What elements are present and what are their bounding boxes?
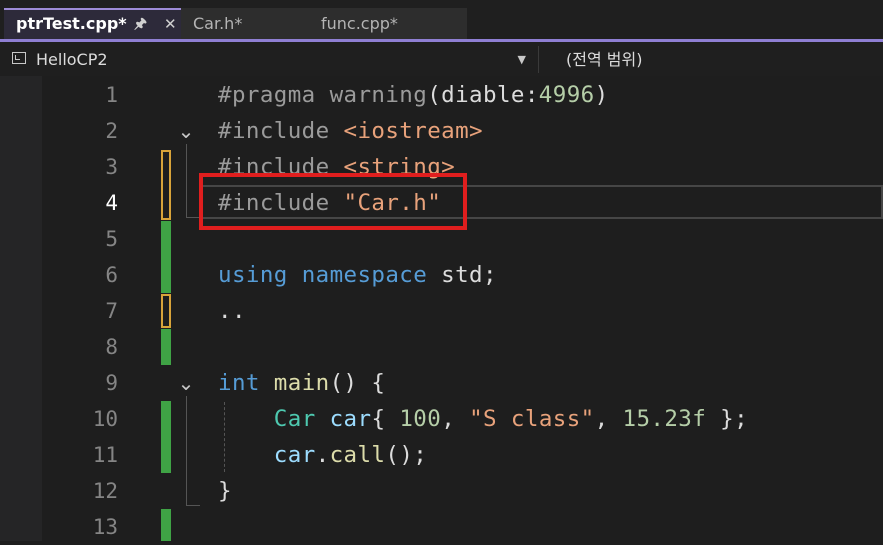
code-line[interactable]: .. (218, 293, 246, 329)
change-indicator-saved (161, 329, 171, 365)
line-number: 1 (105, 83, 118, 107)
change-indicator-unsaved (161, 294, 171, 328)
code-token: . (315, 442, 330, 468)
fold-guide (186, 396, 187, 505)
line-number: 10 (92, 407, 118, 431)
code-token: using (218, 262, 288, 288)
fold-guide (186, 144, 187, 217)
code-token: main (273, 370, 330, 396)
change-indicator-unsaved (161, 150, 171, 220)
navbar-divider (538, 46, 539, 73)
line-number: 9 (105, 371, 118, 395)
line-number: 13 (92, 515, 118, 539)
tab-label: Car.h* (193, 14, 243, 33)
change-indicator-saved (161, 221, 171, 293)
line-number-current: 4 (105, 191, 118, 215)
code-token: 100 (399, 406, 442, 432)
pin-icon[interactable]: 🖈 (134, 10, 147, 38)
line-number: 8 (105, 335, 118, 359)
line-number: 11 (92, 443, 118, 467)
code-token: .. (218, 298, 246, 324)
chevron-down-icon[interactable]: ▼ (518, 46, 526, 73)
code-editor[interactable]: 1 2 3 4 5 6 7 8 9 10 11 12 13 ⌄ ⌄ #pragm… (0, 76, 883, 541)
code-token: <iostream> (343, 118, 483, 144)
scope-label: (전역 범위) (566, 50, 643, 69)
project-icon (12, 52, 26, 64)
tab-label: ptrTest.cpp* (16, 14, 127, 33)
code-token: ( (427, 82, 442, 108)
fold-guide-end (186, 505, 200, 506)
tab-func-cpp[interactable]: func.cpp* (309, 8, 467, 39)
project-dropdown[interactable]: HelloCP2 ▼ (6, 46, 532, 73)
line-number: 5 (105, 227, 118, 251)
code-token: int (218, 370, 260, 396)
active-tab-underline (0, 39, 883, 42)
line-number: 12 (92, 479, 118, 503)
navigation-bar: HelloCP2 ▼ (전역 범위) (0, 43, 883, 76)
code-token: : (524, 82, 539, 108)
editor-left-margin (0, 76, 42, 541)
code-token: #include (218, 118, 344, 144)
code-line[interactable]: #include <iostream> (218, 113, 483, 149)
code-token: 4996 (538, 82, 595, 108)
code-token: , (441, 406, 470, 432)
code-line[interactable]: } (218, 473, 232, 509)
scope-dropdown[interactable]: (전역 범위) (540, 46, 883, 73)
code-token: car (273, 442, 316, 468)
code-token: 15.23f (622, 406, 707, 432)
document-tab-bar: ptrTest.cpp* 🖈 ✕ Car.h* func.cpp* (0, 0, 883, 44)
code-token: { (371, 406, 400, 432)
change-indicator-saved (161, 401, 171, 473)
code-line[interactable]: Car car{ 100, "S class", 15.23f }; (218, 401, 748, 437)
code-token: } (218, 478, 232, 504)
code-token: () { (329, 370, 386, 396)
code-token: namespace (301, 262, 428, 288)
line-number: 6 (105, 263, 118, 287)
tab-label: func.cpp* (321, 14, 398, 33)
tab-ptrtest-cpp[interactable]: ptrTest.cpp* 🖈 ✕ (4, 8, 184, 39)
code-token: std; (427, 262, 497, 288)
code-token: #pragma warning (218, 82, 428, 108)
code-line[interactable]: #pragma warning(diable:4996) (218, 77, 609, 113)
code-token: }; (706, 406, 749, 432)
code-token: diable (441, 82, 525, 108)
code-line[interactable]: car.call(); (218, 437, 427, 473)
code-line[interactable]: using namespace std; (218, 257, 497, 293)
code-token: , (594, 406, 623, 432)
fold-guide-end (186, 217, 200, 218)
code-token: "S class" (469, 406, 595, 432)
code-line[interactable]: int main() { (218, 365, 385, 401)
line-number: 3 (105, 155, 118, 179)
code-token: Car (273, 406, 316, 432)
annotation-highlight-box (199, 173, 467, 230)
code-token: (); (385, 442, 428, 468)
line-number: 7 (105, 299, 118, 323)
close-icon[interactable]: ✕ (164, 10, 177, 38)
code-token: car (329, 406, 372, 432)
line-number: 2 (105, 119, 118, 143)
code-token: ) (594, 82, 609, 108)
code-token: call (329, 442, 386, 468)
change-indicator-saved (161, 509, 171, 541)
tab-car-h[interactable]: Car.h* (181, 8, 309, 39)
project-label: HelloCP2 (36, 50, 108, 69)
line-number-gutter: 1 2 3 4 5 6 7 8 9 10 11 12 13 (42, 76, 122, 541)
